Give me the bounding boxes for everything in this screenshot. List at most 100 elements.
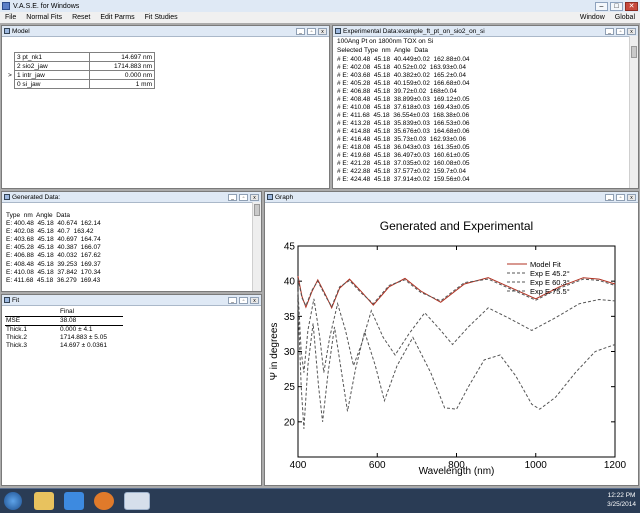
list-item[interactable]: E: 405.28 45.18 40.387 166.07 xyxy=(6,244,101,252)
system-clock[interactable]: 12:22 PM 3/25/2014 xyxy=(607,491,636,509)
menu-reset[interactable]: Reset xyxy=(67,14,95,21)
layer-name: 1 intr_jaw xyxy=(14,70,90,80)
firefox-icon[interactable] xyxy=(94,492,114,510)
fit-window-title: Fit xyxy=(12,296,20,304)
model-layer-table: 3 pt_nk1 14.697 nm 2 sio2_jaw 1714.883 n… xyxy=(6,52,155,89)
menu-fit-studies[interactable]: Fit Studies xyxy=(140,14,183,21)
table-row[interactable]: 3 pt_nk1 14.697 nm xyxy=(6,52,155,62)
graph-window: Graph _ ▫ x Generated and Experimental Wa… xyxy=(264,191,639,486)
list-item[interactable]: E: 406.88 45.18 40.032 167.62 xyxy=(6,252,101,260)
fit-param-value: 1714.883 ± 5.05 xyxy=(60,334,107,341)
fit-param-name: Thick.1 xyxy=(6,326,27,333)
list-item[interactable]: E: 411.68 45.18 36.279 169.43 xyxy=(6,277,100,285)
menu-normal-fits[interactable]: Normal Fits xyxy=(21,14,67,21)
maximize-button[interactable]: □ xyxy=(610,1,623,11)
table-row[interactable]: 0 si_jaw 1 mm xyxy=(6,79,155,89)
mdi-workspace: Model _ ▫ x 3 pt_nk1 14.697 nm 2 sio2_ja… xyxy=(0,23,640,488)
row-marker xyxy=(6,80,15,89)
scroll-thumb[interactable] xyxy=(631,46,637,58)
close-button[interactable]: ✕ xyxy=(625,1,638,11)
layer-value: 1714.883 nm xyxy=(89,61,155,71)
list-item[interactable]: # E: 414.88 45.18 35.676±0.03 164.68±0.0… xyxy=(337,128,470,136)
list-item[interactable]: # E: 405.28 45.18 40.159±0.02 166.68±0.0… xyxy=(337,80,470,88)
menu-window[interactable]: Window xyxy=(575,14,610,21)
list-item[interactable]: E: 410.08 45.18 37.842 170.34 xyxy=(6,269,101,277)
minimize-button[interactable]: _ xyxy=(605,193,614,201)
folder-icon[interactable] xyxy=(34,492,54,510)
fit-window-titlebar[interactable]: Fit _ ▫ x xyxy=(2,295,261,306)
list-item[interactable]: # E: 406.88 45.18 39.72±0.02 168±0.04 xyxy=(337,88,457,96)
list-item[interactable]: # E: 400.48 45.18 40.449±0.02 162.88±0.0… xyxy=(337,56,470,64)
legend-label: Model Fit xyxy=(530,260,562,269)
close-button[interactable]: x xyxy=(250,296,259,304)
restore-button[interactable]: ▫ xyxy=(239,296,248,304)
window-icon xyxy=(4,194,10,200)
fit-param-value: 38.08 xyxy=(60,317,77,324)
menu-edit-parms[interactable]: Edit Parms xyxy=(95,14,139,21)
graph-window-title: Graph xyxy=(275,193,294,201)
list-item[interactable]: # E: 403.68 45.18 40.382±0.02 165.2±0.04 xyxy=(337,72,466,80)
window-icon xyxy=(335,28,341,34)
list-item[interactable]: # E: 411.68 45.18 36.554±0.03 168.38±0.0… xyxy=(337,112,469,120)
row-marker xyxy=(6,53,15,62)
start-icon[interactable] xyxy=(4,492,22,510)
app-icon xyxy=(2,2,10,10)
x-tick-label: 800 xyxy=(448,460,465,471)
list-item[interactable]: # E: 424.48 45.18 37.914±0.02 159.56±0.0… xyxy=(337,176,470,184)
restore-button[interactable]: ▫ xyxy=(307,27,316,35)
taskbar: 12:22 PM 3/25/2014 xyxy=(0,488,640,513)
list-item[interactable]: # E: 402.08 45.18 40.52±0.02 163.93±0.04 xyxy=(337,64,466,72)
fit-param-value: 0.000 ± 4.1 xyxy=(60,326,93,333)
minimize-button[interactable]: _ xyxy=(605,27,614,35)
x-tick-label: 1000 xyxy=(525,460,548,471)
minimize-button[interactable]: _ xyxy=(296,27,305,35)
menu-global[interactable]: Global xyxy=(610,14,640,21)
vase-app-icon[interactable] xyxy=(124,492,150,510)
restore-button[interactable]: ▫ xyxy=(616,27,625,35)
minimize-button[interactable]: _ xyxy=(228,296,237,304)
list-item[interactable]: E: 408.48 45.18 39.253 169.37 xyxy=(6,261,101,269)
list-item[interactable]: # E: 421.28 45.18 37.035±0.02 160.08±0.0… xyxy=(337,160,470,168)
legend-label: Exp E 60.3° xyxy=(530,278,570,287)
list-item[interactable]: # E: 410.08 45.18 37.618±0.03 169.43±0.0… xyxy=(337,104,470,112)
list-item[interactable]: E: 400.48 45.18 40.674 162.14 xyxy=(6,220,101,228)
fit-param-name: Thick.2 xyxy=(6,334,27,341)
series-line xyxy=(297,291,616,373)
vertical-scrollbar[interactable] xyxy=(252,202,261,291)
list-item[interactable]: # E: 413.28 45.18 35.839±0.03 166.53±0.0… xyxy=(337,120,470,128)
minimize-button[interactable]: _ xyxy=(228,193,237,201)
restore-button[interactable]: ▫ xyxy=(239,193,248,201)
sample-description: 100Ang Pt on 1800nm TOX on Si xyxy=(337,38,434,45)
table-row[interactable]: > 1 intr_jaw 0.000 nm xyxy=(6,70,155,80)
scroll-thumb[interactable] xyxy=(254,204,260,216)
browser-icon[interactable] xyxy=(64,492,84,510)
legend-label: Exp E 75.5° xyxy=(530,287,570,296)
experimental-window-titlebar[interactable]: Experimental Data:example_ft_pt_on_sio2_… xyxy=(333,26,638,37)
model-window-titlebar[interactable]: Model _ ▫ x xyxy=(2,26,329,37)
generated-window-titlebar[interactable]: Generated Data: _ ▫ x xyxy=(2,192,261,203)
close-button[interactable]: x xyxy=(627,193,636,201)
row-marker xyxy=(6,62,15,71)
chart-title: Generated and Experimental xyxy=(380,219,533,233)
menu-file[interactable]: File xyxy=(0,14,21,21)
layer-value: 0.000 nm xyxy=(89,70,155,80)
vertical-scrollbar[interactable] xyxy=(629,36,638,188)
list-item[interactable]: # E: 422.88 45.18 37.577±0.02 159.7±0.04 xyxy=(337,168,466,176)
fit-param-value: 14.697 ± 0.0361 xyxy=(60,342,107,349)
table-row[interactable]: 2 sio2_jaw 1714.883 nm xyxy=(6,61,155,71)
list-item[interactable]: # E: 419.68 45.18 36.497±0.03 160.61±0.0… xyxy=(337,152,470,160)
close-button[interactable]: x xyxy=(318,27,327,35)
fit-window: Fit _ ▫ x Final MSE 38.08 Thick.1 0.000 … xyxy=(1,294,262,486)
list-item[interactable]: # E: 408.48 45.18 38.899±0.03 169.12±0.0… xyxy=(337,96,470,104)
restore-button[interactable]: ▫ xyxy=(616,193,625,201)
minimize-button[interactable]: – xyxy=(595,1,608,11)
list-item[interactable]: E: 402.08 45.18 40.7 163.42 xyxy=(6,228,93,236)
clock-date: 3/25/2014 xyxy=(607,501,636,508)
list-item[interactable]: # E: 418.08 45.18 36.043±0.03 161.35±0.0… xyxy=(337,144,470,152)
close-button[interactable]: x xyxy=(250,193,259,201)
close-button[interactable]: x xyxy=(627,27,636,35)
layer-value: 1 mm xyxy=(89,79,155,89)
y-axis-label: Ψ in degrees xyxy=(269,323,280,381)
list-item[interactable]: E: 403.68 45.18 40.697 164.74 xyxy=(6,236,101,244)
list-item[interactable]: # E: 416.48 45.18 35.73±0.03 162.93±0.06 xyxy=(337,136,466,144)
